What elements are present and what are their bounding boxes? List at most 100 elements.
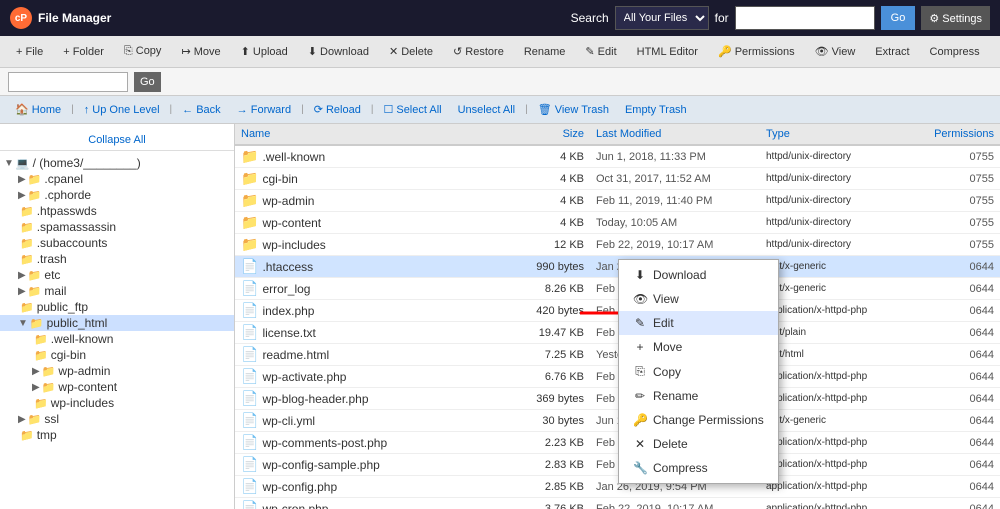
file-name-cell: 📄 wp-config-sample.php: [235, 454, 510, 476]
download-button[interactable]: ⬇ Download: [300, 42, 377, 61]
path-input[interactable]: public_html: [8, 72, 128, 92]
sidebar-item[interactable]: ▶📁wp-content: [0, 379, 234, 395]
file-size: 4 KB: [510, 145, 590, 168]
edit-button[interactable]: ✎ Edit: [577, 42, 624, 61]
context-menu-item[interactable]: 🔑Change Permissions: [619, 408, 778, 432]
context-menu-item[interactable]: ✏Rename: [619, 384, 778, 408]
file-modified: Feb 22, 2019, 10:17 AM: [590, 234, 760, 256]
new-file-button[interactable]: + File: [8, 43, 51, 61]
file-permissions: 0644: [920, 388, 1000, 410]
back-button[interactable]: ← Back: [175, 102, 228, 118]
forward-button[interactable]: → Forward: [230, 102, 298, 118]
ctx-item-icon: ⎘: [633, 364, 647, 379]
ctx-item-label: Download: [653, 268, 706, 282]
collapse-all-button[interactable]: Collapse All: [88, 134, 145, 146]
context-menu-item[interactable]: ✕ Delete: [619, 432, 778, 456]
upload-button[interactable]: ⬆ Upload: [233, 42, 296, 61]
ctx-item-icon: 🔑: [633, 413, 647, 427]
context-menu-item[interactable]: ⎘Copy: [619, 359, 778, 384]
copy-button[interactable]: ⎘ Copy: [116, 42, 170, 61]
sidebar-item[interactable]: ▶📁.cphorde: [0, 187, 234, 203]
search-scope-select[interactable]: All Your Files: [615, 6, 709, 30]
table-row[interactable]: 📁 wp-admin 4 KB Feb 11, 2019, 11:40 PM h…: [235, 190, 1000, 212]
col-perms[interactable]: Permissions: [920, 124, 1000, 145]
home-button[interactable]: 🏠 Home: [8, 101, 68, 118]
sidebar-item[interactable]: ▼💻/ (home3/________): [0, 155, 234, 171]
col-size[interactable]: Size: [510, 124, 590, 145]
restore-button[interactable]: ↺ Restore: [445, 42, 512, 61]
view-trash-button[interactable]: 🗑 View Trash: [531, 101, 616, 118]
table-row[interactable]: 📁 wp-includes 12 KB Feb 22, 2019, 10:17 …: [235, 234, 1000, 256]
file-name-cell: 📄 error_log: [235, 278, 510, 300]
file-permissions: 0755: [920, 234, 1000, 256]
sidebar-item[interactable]: 📁.htpasswds: [0, 203, 234, 219]
col-modified[interactable]: Last Modified: [590, 124, 760, 145]
sidebar-item[interactable]: 📁.well-known: [0, 331, 234, 347]
new-folder-button[interactable]: + Folder: [55, 43, 112, 61]
context-menu-item[interactable]: +Move: [619, 335, 778, 359]
context-menu-item[interactable]: ✎Edit: [619, 311, 778, 335]
rename-button[interactable]: Rename: [516, 43, 574, 61]
move-button[interactable]: ↦ Move: [173, 42, 228, 61]
search-input[interactable]: [735, 6, 875, 30]
sidebar-item[interactable]: ▶📁etc: [0, 267, 234, 283]
col-name[interactable]: Name: [235, 124, 510, 145]
search-go-button[interactable]: Go: [881, 6, 916, 30]
permissions-button[interactable]: 🔑 Permissions: [710, 42, 803, 61]
context-menu-item[interactable]: 🔧Compress: [619, 456, 778, 480]
table-row[interactable]: 📁 cgi-bin 4 KB Oct 31, 2017, 11:52 AM ht…: [235, 168, 1000, 190]
file-size: 3.76 KB: [510, 498, 590, 509]
html-editor-button[interactable]: HTML Editor: [629, 43, 706, 61]
sidebar-item[interactable]: ▶📁mail: [0, 283, 234, 299]
file-type: text/x-generic: [760, 278, 920, 300]
ctx-item-icon: ✕: [633, 437, 647, 451]
file-name-cell: 📄 .htaccess: [235, 256, 510, 278]
reload-button[interactable]: ⟳ Reload: [307, 101, 368, 118]
sidebar-item[interactable]: ▶📁ssl: [0, 411, 234, 427]
sidebar-item[interactable]: 📁cgi-bin: [0, 347, 234, 363]
file-name-cell: 📄 wp-blog-header.php: [235, 388, 510, 410]
table-row[interactable]: 📄 wp-cron.php 3.76 KB Feb 22, 2019, 10:1…: [235, 498, 1000, 509]
ctx-item-label: Move: [653, 340, 682, 354]
sidebar-item[interactable]: 📁.spamassassin: [0, 219, 234, 235]
unselect-all-button[interactable]: Unselect All: [451, 102, 522, 118]
file-permissions: 0644: [920, 300, 1000, 322]
extract-button[interactable]: Extract: [867, 43, 917, 61]
file-name-cell: 📄 wp-config.php: [235, 476, 510, 498]
view-button[interactable]: 👁 View: [807, 42, 864, 61]
delete-button[interactable]: ✕ Delete: [381, 42, 441, 61]
sidebar-item[interactable]: 📁wp-includes: [0, 395, 234, 411]
file-name-cell: 📄 wp-activate.php: [235, 366, 510, 388]
file-type: text/html: [760, 344, 920, 366]
file-size: 990 bytes: [510, 256, 590, 278]
sidebar-item[interactable]: ▼📁public_html: [0, 315, 234, 331]
address-bar: public_html Go: [0, 68, 1000, 96]
sidebar-item[interactable]: 📁.subaccounts: [0, 235, 234, 251]
col-type[interactable]: Type: [760, 124, 920, 145]
up-level-button[interactable]: ↑ Up One Level: [77, 102, 167, 118]
sidebar-item[interactable]: 📁tmp: [0, 427, 234, 443]
app-logo: cP File Manager: [10, 7, 111, 29]
table-row[interactable]: 📁 .well-known 4 KB Jun 1, 2018, 11:33 PM…: [235, 145, 1000, 168]
select-all-button[interactable]: ☐ Select All: [376, 101, 448, 118]
addr-go-button[interactable]: Go: [134, 72, 161, 92]
context-menu-item[interactable]: 👁View: [619, 287, 778, 311]
context-menu-item[interactable]: ⬇ Download: [619, 263, 778, 287]
sidebar-item[interactable]: ▶📁wp-admin: [0, 363, 234, 379]
empty-trash-button[interactable]: Empty Trash: [618, 102, 694, 118]
file-permissions: 0644: [920, 432, 1000, 454]
sidebar-item[interactable]: 📁.trash: [0, 251, 234, 267]
table-header-row: Name Size Last Modified Type Permissions: [235, 124, 1000, 145]
file-type: application/x-httpd-php: [760, 388, 920, 410]
ctx-item-icon: ⬇: [633, 268, 647, 282]
file-name-cell: 📁 wp-admin: [235, 190, 510, 212]
settings-button[interactable]: ⚙ Settings: [921, 6, 990, 30]
compress-button[interactable]: Compress: [922, 43, 988, 61]
file-name-cell: 📄 index.php: [235, 300, 510, 322]
sidebar-item[interactable]: ▶📁.cpanel: [0, 171, 234, 187]
file-list: Name Size Last Modified Type Permissions…: [235, 124, 1000, 509]
table-row[interactable]: 📁 wp-content 4 KB Today, 10:05 AM httpd/…: [235, 212, 1000, 234]
sidebar-item[interactable]: 📁public_ftp: [0, 299, 234, 315]
file-modified: Oct 31, 2017, 11:52 AM: [590, 168, 760, 190]
ctx-item-label: Delete: [653, 437, 688, 451]
